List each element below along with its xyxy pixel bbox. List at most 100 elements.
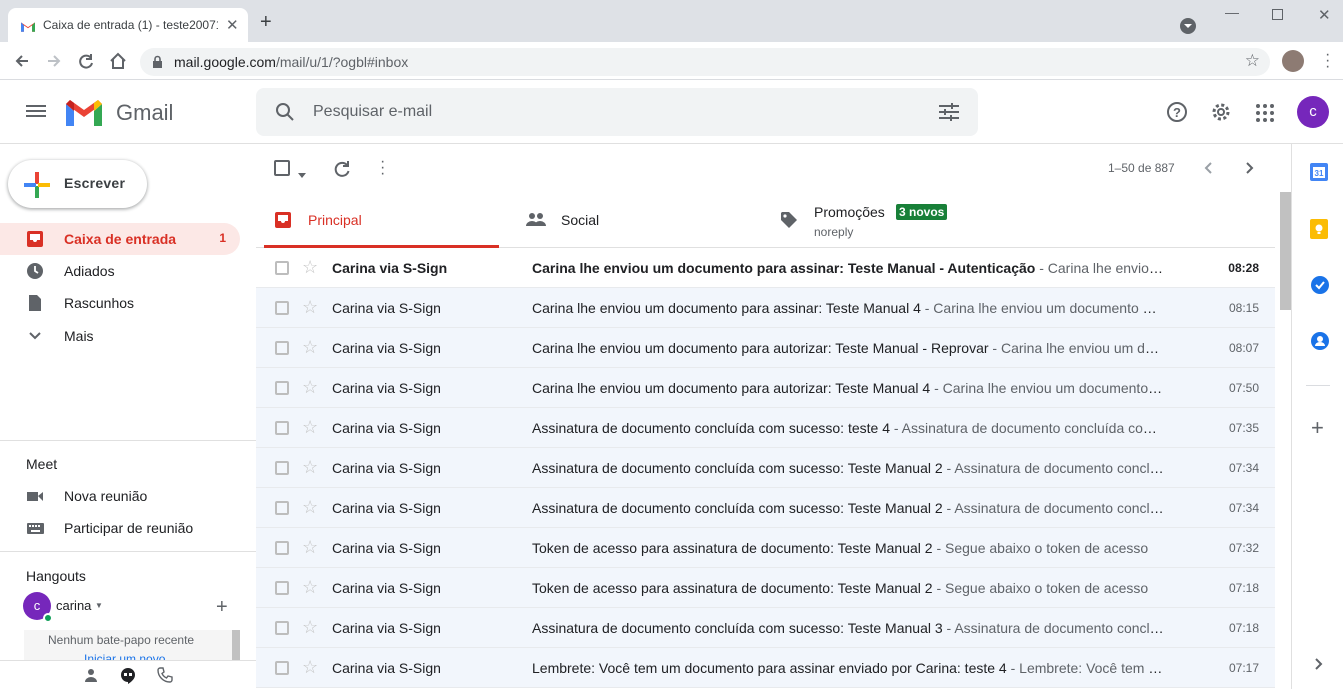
back-icon[interactable] <box>12 51 32 76</box>
hangouts-bottom-bar <box>0 660 256 689</box>
calendar-icon[interactable]: 31 <box>1310 163 1328 186</box>
star-icon[interactable]: ☆ <box>302 497 318 518</box>
pagination-range: 1–50 de 887 <box>1108 161 1175 175</box>
inbox-icon <box>26 230 44 251</box>
email-row[interactable]: ☆ Carina via S-Sign Carina lhe enviou um… <box>256 288 1275 328</box>
browser-profile-avatar[interactable] <box>1282 50 1304 72</box>
star-icon[interactable]: ☆ <box>302 457 318 478</box>
row-checkbox[interactable] <box>275 501 289 515</box>
search-input[interactable]: Pesquisar e-mail <box>313 103 432 121</box>
email-subject-line: Carina lhe enviou um documento para auto… <box>532 380 1164 396</box>
select-all-checkbox[interactable] <box>274 160 290 176</box>
close-window-icon[interactable]: ✕ <box>1318 6 1331 24</box>
browser-tab[interactable]: Caixa de entrada (1) - teste20071 ✕ <box>8 8 248 42</box>
settings-gear-icon[interactable] <box>1210 101 1232 128</box>
tab-social[interactable]: Social <box>518 192 768 248</box>
star-icon[interactable]: ☆ <box>302 617 318 638</box>
email-snippet: - Assinatura de documento concluída com … <box>893 420 1164 436</box>
star-icon[interactable]: ☆ <box>302 297 318 318</box>
email-row[interactable]: ☆ Carina via S-Sign Assinatura de docume… <box>256 408 1275 448</box>
email-subject-line: Assinatura de documento concluída com su… <box>532 500 1164 516</box>
maximize-icon[interactable] <box>1272 9 1283 20</box>
search-options-icon[interactable] <box>939 103 959 126</box>
account-avatar[interactable]: c <box>1297 96 1329 128</box>
refresh-icon[interactable] <box>333 160 351 183</box>
star-icon[interactable]: ☆ <box>302 417 318 438</box>
phone-icon[interactable] <box>157 667 173 688</box>
browser-menu-icon[interactable]: · · · <box>1325 47 1330 75</box>
user-dropdown-icon[interactable]: ▼ <box>95 601 103 610</box>
select-dropdown-icon[interactable] <box>298 165 306 183</box>
row-checkbox[interactable] <box>275 621 289 635</box>
nav-item-snoozed[interactable]: Adiados <box>0 255 240 287</box>
row-checkbox[interactable] <box>275 421 289 435</box>
star-icon[interactable]: ☆ <box>302 257 318 278</box>
nav-item-drafts[interactable]: Rascunhos <box>0 287 240 319</box>
join-meeting-button[interactable]: Participar de reunião <box>0 512 240 544</box>
row-checkbox[interactable] <box>275 261 289 275</box>
forward-icon[interactable] <box>44 51 64 76</box>
person-icon[interactable] <box>84 668 98 687</box>
email-row[interactable]: ☆ Carina via S-Sign Carina lhe enviou um… <box>256 368 1275 408</box>
home-icon[interactable] <box>108 51 128 76</box>
search-icon[interactable] <box>275 102 295 127</box>
hangouts-title: Hangouts <box>26 568 86 584</box>
email-row[interactable]: ☆ Carina via S-Sign Carina lhe enviou um… <box>256 328 1275 368</box>
close-tab-icon[interactable]: ✕ <box>226 16 239 34</box>
address-bar[interactable]: mail.google.com/mail/u/1/?ogbl#inbox ☆ <box>140 48 1270 76</box>
tab-label: Promoções <box>814 204 885 220</box>
nav-item-inbox[interactable]: Caixa de entrada 1 <box>0 223 240 255</box>
main-menu-icon[interactable] <box>26 103 46 124</box>
nav-item-more[interactable]: Mais <box>0 320 240 352</box>
help-icon[interactable]: ? <box>1166 101 1188 128</box>
more-options-icon[interactable]: · · · <box>380 154 385 182</box>
row-checkbox[interactable] <box>275 341 289 355</box>
email-row[interactable]: ☆ Carina via S-Sign Token de acesso para… <box>256 568 1275 608</box>
apps-grid-icon[interactable] <box>1256 104 1274 127</box>
profile-dropdown-icon[interactable] <box>1180 18 1196 34</box>
tasks-icon[interactable] <box>1310 275 1330 300</box>
lock-icon <box>152 55 163 73</box>
add-addon-icon[interactable]: + <box>1311 417 1324 439</box>
reload-icon[interactable] <box>76 51 96 76</box>
row-checkbox[interactable] <box>275 301 289 315</box>
row-checkbox[interactable] <box>275 581 289 595</box>
email-row[interactable]: ☆ Carina via S-Sign Carina lhe enviou um… <box>256 248 1275 288</box>
email-row[interactable]: ☆ Carina via S-Sign Assinatura de docume… <box>256 448 1275 488</box>
email-sender: Carina via S-Sign <box>332 380 441 396</box>
gmail-logo-icon[interactable] <box>66 100 102 131</box>
email-row[interactable]: ☆ Carina via S-Sign Token de acesso para… <box>256 528 1275 568</box>
tab-promocoes[interactable]: Promoções 3 novos noreply <box>772 192 1022 248</box>
row-checkbox[interactable] <box>275 381 289 395</box>
minimize-icon[interactable]: — <box>1225 4 1239 20</box>
email-row[interactable]: ☆ Carina via S-Sign Lembrete: Você tem u… <box>256 648 1275 688</box>
email-row[interactable]: ☆ Carina via S-Sign Assinatura de docume… <box>256 608 1275 648</box>
join-meeting-label: Participar de reunião <box>64 520 194 536</box>
star-icon[interactable]: ☆ <box>302 537 318 558</box>
hangouts-user-name[interactable]: carina <box>56 598 91 613</box>
new-tab-icon[interactable]: + <box>260 12 272 32</box>
star-icon[interactable]: ☆ <box>302 337 318 358</box>
row-checkbox[interactable] <box>275 461 289 475</box>
row-checkbox[interactable] <box>275 541 289 555</box>
star-icon[interactable]: ☆ <box>302 657 318 678</box>
star-icon[interactable]: ☆ <box>302 377 318 398</box>
hangouts-chat-icon[interactable] <box>120 667 136 690</box>
contacts-icon[interactable] <box>1310 331 1330 356</box>
prev-page-icon[interactable] <box>1201 160 1217 181</box>
next-page-icon[interactable] <box>1241 160 1257 181</box>
search-bar[interactable]: Pesquisar e-mail <box>256 88 978 136</box>
tab-principal[interactable]: Principal <box>264 192 499 248</box>
add-chat-icon[interactable]: + <box>216 597 228 617</box>
hangouts-scrollbar[interactable] <box>232 630 240 660</box>
collapse-panel-chevron-icon[interactable] <box>1314 657 1324 676</box>
compose-button[interactable]: Escrever <box>8 160 147 208</box>
keep-icon[interactable] <box>1310 219 1328 244</box>
star-icon[interactable]: ☆ <box>302 577 318 598</box>
email-row[interactable]: ☆ Carina via S-Sign Assinatura de docume… <box>256 488 1275 528</box>
bookmark-star-icon[interactable]: ☆ <box>1245 51 1260 71</box>
row-checkbox[interactable] <box>275 661 289 675</box>
email-snippet: - Carina lhe enviou um documento para as… <box>924 300 1164 316</box>
main-scrollbar[interactable] <box>1280 192 1291 310</box>
new-meeting-button[interactable]: Nova reunião <box>0 480 240 512</box>
